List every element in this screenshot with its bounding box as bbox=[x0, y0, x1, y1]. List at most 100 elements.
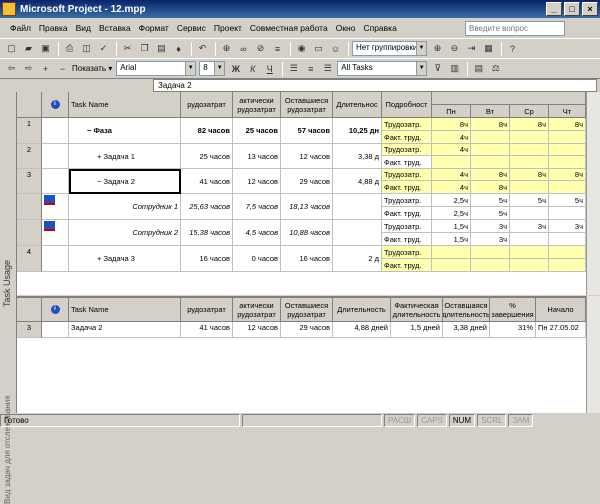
row-id[interactable]: 3 bbox=[17, 169, 42, 194]
minus-icon[interactable]: − bbox=[55, 61, 70, 76]
work-cell[interactable]: 41 часов bbox=[181, 169, 233, 194]
help-icon[interactable]: ? bbox=[505, 41, 520, 56]
filter-select[interactable]: All Tasks ▼ bbox=[337, 61, 428, 76]
column-header-actual-duration[interactable]: Фактическая длительность bbox=[391, 298, 443, 322]
column-header-task-name[interactable]: Task Name bbox=[69, 92, 181, 118]
copy-icon[interactable]: ❐ bbox=[137, 41, 152, 56]
duration-cell[interactable]: 4,88 дней bbox=[333, 322, 391, 338]
column-header-remaining-work[interactable]: Оставшиеся рудозатрат bbox=[281, 92, 333, 118]
format-painter-icon[interactable]: ♦ bbox=[171, 41, 186, 56]
remaining-work-cell[interactable]: 29 часов bbox=[281, 322, 333, 338]
paste-icon[interactable]: ▤ bbox=[154, 41, 169, 56]
column-header-remaining-work[interactable]: Оставшиеся рудозатрат bbox=[281, 298, 333, 322]
hyperlink-icon[interactable]: ⊕ bbox=[219, 41, 234, 56]
lower-vertical-scrollbar[interactable] bbox=[586, 296, 600, 413]
details-header[interactable]: Подробност bbox=[382, 92, 432, 118]
italic-button[interactable]: К bbox=[245, 61, 260, 76]
rem-cell[interactable]: 57 часов bbox=[281, 118, 333, 144]
dur-cell[interactable]: 3,38 д bbox=[333, 144, 382, 169]
row-id[interactable]: 4 bbox=[17, 246, 42, 272]
minimize-button[interactable]: _ bbox=[546, 2, 562, 16]
dur-cell[interactable] bbox=[333, 220, 382, 246]
name-cell[interactable]: − Задача 2 bbox=[69, 169, 181, 194]
row-id[interactable]: 1 bbox=[17, 118, 42, 144]
notes-icon[interactable]: ▭ bbox=[311, 41, 326, 56]
select-all-corner[interactable] bbox=[17, 92, 42, 118]
column-header-actual-work[interactable]: актически рудозатрат bbox=[233, 298, 281, 322]
start-cell[interactable]: Пн 27.05.02 bbox=[536, 322, 586, 338]
actual-work-cell[interactable]: 12 часов bbox=[233, 322, 281, 338]
maximize-button[interactable]: □ bbox=[564, 2, 580, 16]
column-header-duration[interactable]: Длительность bbox=[333, 298, 391, 322]
save-icon[interactable]: ▣ bbox=[38, 41, 53, 56]
work-cell[interactable]: 25,63 часов bbox=[181, 194, 233, 220]
column-header-work[interactable]: рудозатрат bbox=[181, 92, 233, 118]
preview-icon[interactable]: ◫ bbox=[79, 41, 94, 56]
name-cell[interactable]: + Задача 3 bbox=[69, 246, 181, 272]
resource-leveling-icon[interactable]: ⚖ bbox=[488, 61, 503, 76]
ask-question-input[interactable]: Введите вопрос bbox=[465, 21, 565, 36]
font-size-select[interactable]: 8 ▼ bbox=[199, 61, 226, 76]
menu-project[interactable]: Проект bbox=[210, 23, 246, 33]
tracking-icon[interactable]: ▤ bbox=[471, 61, 486, 76]
zoom-out-icon[interactable]: ⊖ bbox=[447, 41, 462, 56]
row-id[interactable]: 3 bbox=[17, 322, 42, 338]
name-cell[interactable]: Сотрудник 1 bbox=[69, 194, 181, 220]
work-cell[interactable]: 41 часов bbox=[181, 322, 233, 338]
menu-edit[interactable]: Правка bbox=[35, 23, 72, 33]
view-bar[interactable]: Task Usage Вид задач для отслеживания bbox=[0, 92, 17, 504]
column-header-work[interactable]: рудозатрат bbox=[181, 298, 233, 322]
column-header-remaining-duration[interactable]: Оставшаяся длительность bbox=[443, 298, 490, 322]
undo-icon[interactable]: ↶ bbox=[195, 41, 210, 56]
row-id[interactable] bbox=[17, 194, 42, 220]
act-cell[interactable]: 13 часов bbox=[233, 144, 281, 169]
menu-insert[interactable]: Вставка bbox=[95, 23, 135, 33]
column-header-duration[interactable]: Длительнос bbox=[333, 92, 382, 118]
rem-cell[interactable]: 10,88 часов bbox=[281, 220, 333, 246]
dur-cell[interactable] bbox=[333, 194, 382, 220]
goto-task-icon[interactable]: ⇥ bbox=[464, 41, 479, 56]
row-id[interactable] bbox=[17, 220, 42, 246]
rem-cell[interactable]: 18,13 часов bbox=[281, 194, 333, 220]
split-task-icon[interactable]: ≡ bbox=[270, 41, 285, 56]
menu-file[interactable]: Файл bbox=[6, 23, 35, 33]
plus-icon[interactable]: + bbox=[38, 61, 53, 76]
act-cell[interactable]: 7,5 часов bbox=[233, 194, 281, 220]
act-cell[interactable]: 25 часов bbox=[233, 118, 281, 144]
copy-picture-icon[interactable]: ▦ bbox=[481, 41, 496, 56]
task-info-icon[interactable]: ◉ bbox=[294, 41, 309, 56]
cut-icon[interactable]: ✂ bbox=[120, 41, 135, 56]
close-button[interactable]: × bbox=[582, 2, 598, 16]
font-select[interactable]: Arial ▼ bbox=[116, 61, 197, 76]
menu-window[interactable]: Окно bbox=[332, 23, 360, 33]
dur-cell[interactable]: 10,25 дн bbox=[333, 118, 382, 144]
percent-complete-cell[interactable]: 31% bbox=[490, 322, 536, 338]
show-button[interactable]: Показать ▾ bbox=[72, 64, 112, 73]
entry-field[interactable]: Задача 2 bbox=[153, 79, 597, 92]
remaining-duration-cell[interactable]: 3,38 дней bbox=[443, 322, 490, 338]
work-cell[interactable]: 16 часов bbox=[181, 246, 233, 272]
work-cell[interactable]: 82 часов bbox=[181, 118, 233, 144]
unlink-tasks-icon[interactable]: ⊘ bbox=[253, 41, 268, 56]
task-name-cell[interactable]: Задача 2 bbox=[69, 322, 181, 338]
work-cell[interactable]: 15,38 часов bbox=[181, 220, 233, 246]
arrow-right-icon[interactable]: ⇨ bbox=[21, 61, 36, 76]
act-cell[interactable]: 12 часов bbox=[233, 169, 281, 194]
act-cell[interactable]: 4,5 часов bbox=[233, 220, 281, 246]
row-id[interactable]: 2 bbox=[17, 144, 42, 169]
link-tasks-icon[interactable]: ∞ bbox=[236, 41, 251, 56]
zoom-in-icon[interactable]: ⊕ bbox=[430, 41, 445, 56]
menu-collaborate[interactable]: Совместная работа bbox=[246, 23, 332, 33]
name-cell[interactable]: − Фаза bbox=[69, 118, 181, 144]
underline-button[interactable]: Ч bbox=[262, 61, 277, 76]
column-header-start[interactable]: Начало bbox=[536, 298, 586, 322]
column-header-task-name[interactable]: Task Name bbox=[69, 298, 181, 322]
actual-duration-cell[interactable]: 1,5 дней bbox=[391, 322, 443, 338]
rem-cell[interactable]: 29 часов bbox=[281, 169, 333, 194]
menu-format[interactable]: Формат bbox=[135, 23, 173, 33]
align-center-icon[interactable]: ≡ bbox=[303, 61, 318, 76]
align-left-icon[interactable]: ☰ bbox=[286, 61, 301, 76]
rem-cell[interactable]: 16 часов bbox=[281, 246, 333, 272]
column-header-percent-complete[interactable]: % завершения bbox=[490, 298, 536, 322]
align-right-icon[interactable]: ☰ bbox=[320, 61, 335, 76]
